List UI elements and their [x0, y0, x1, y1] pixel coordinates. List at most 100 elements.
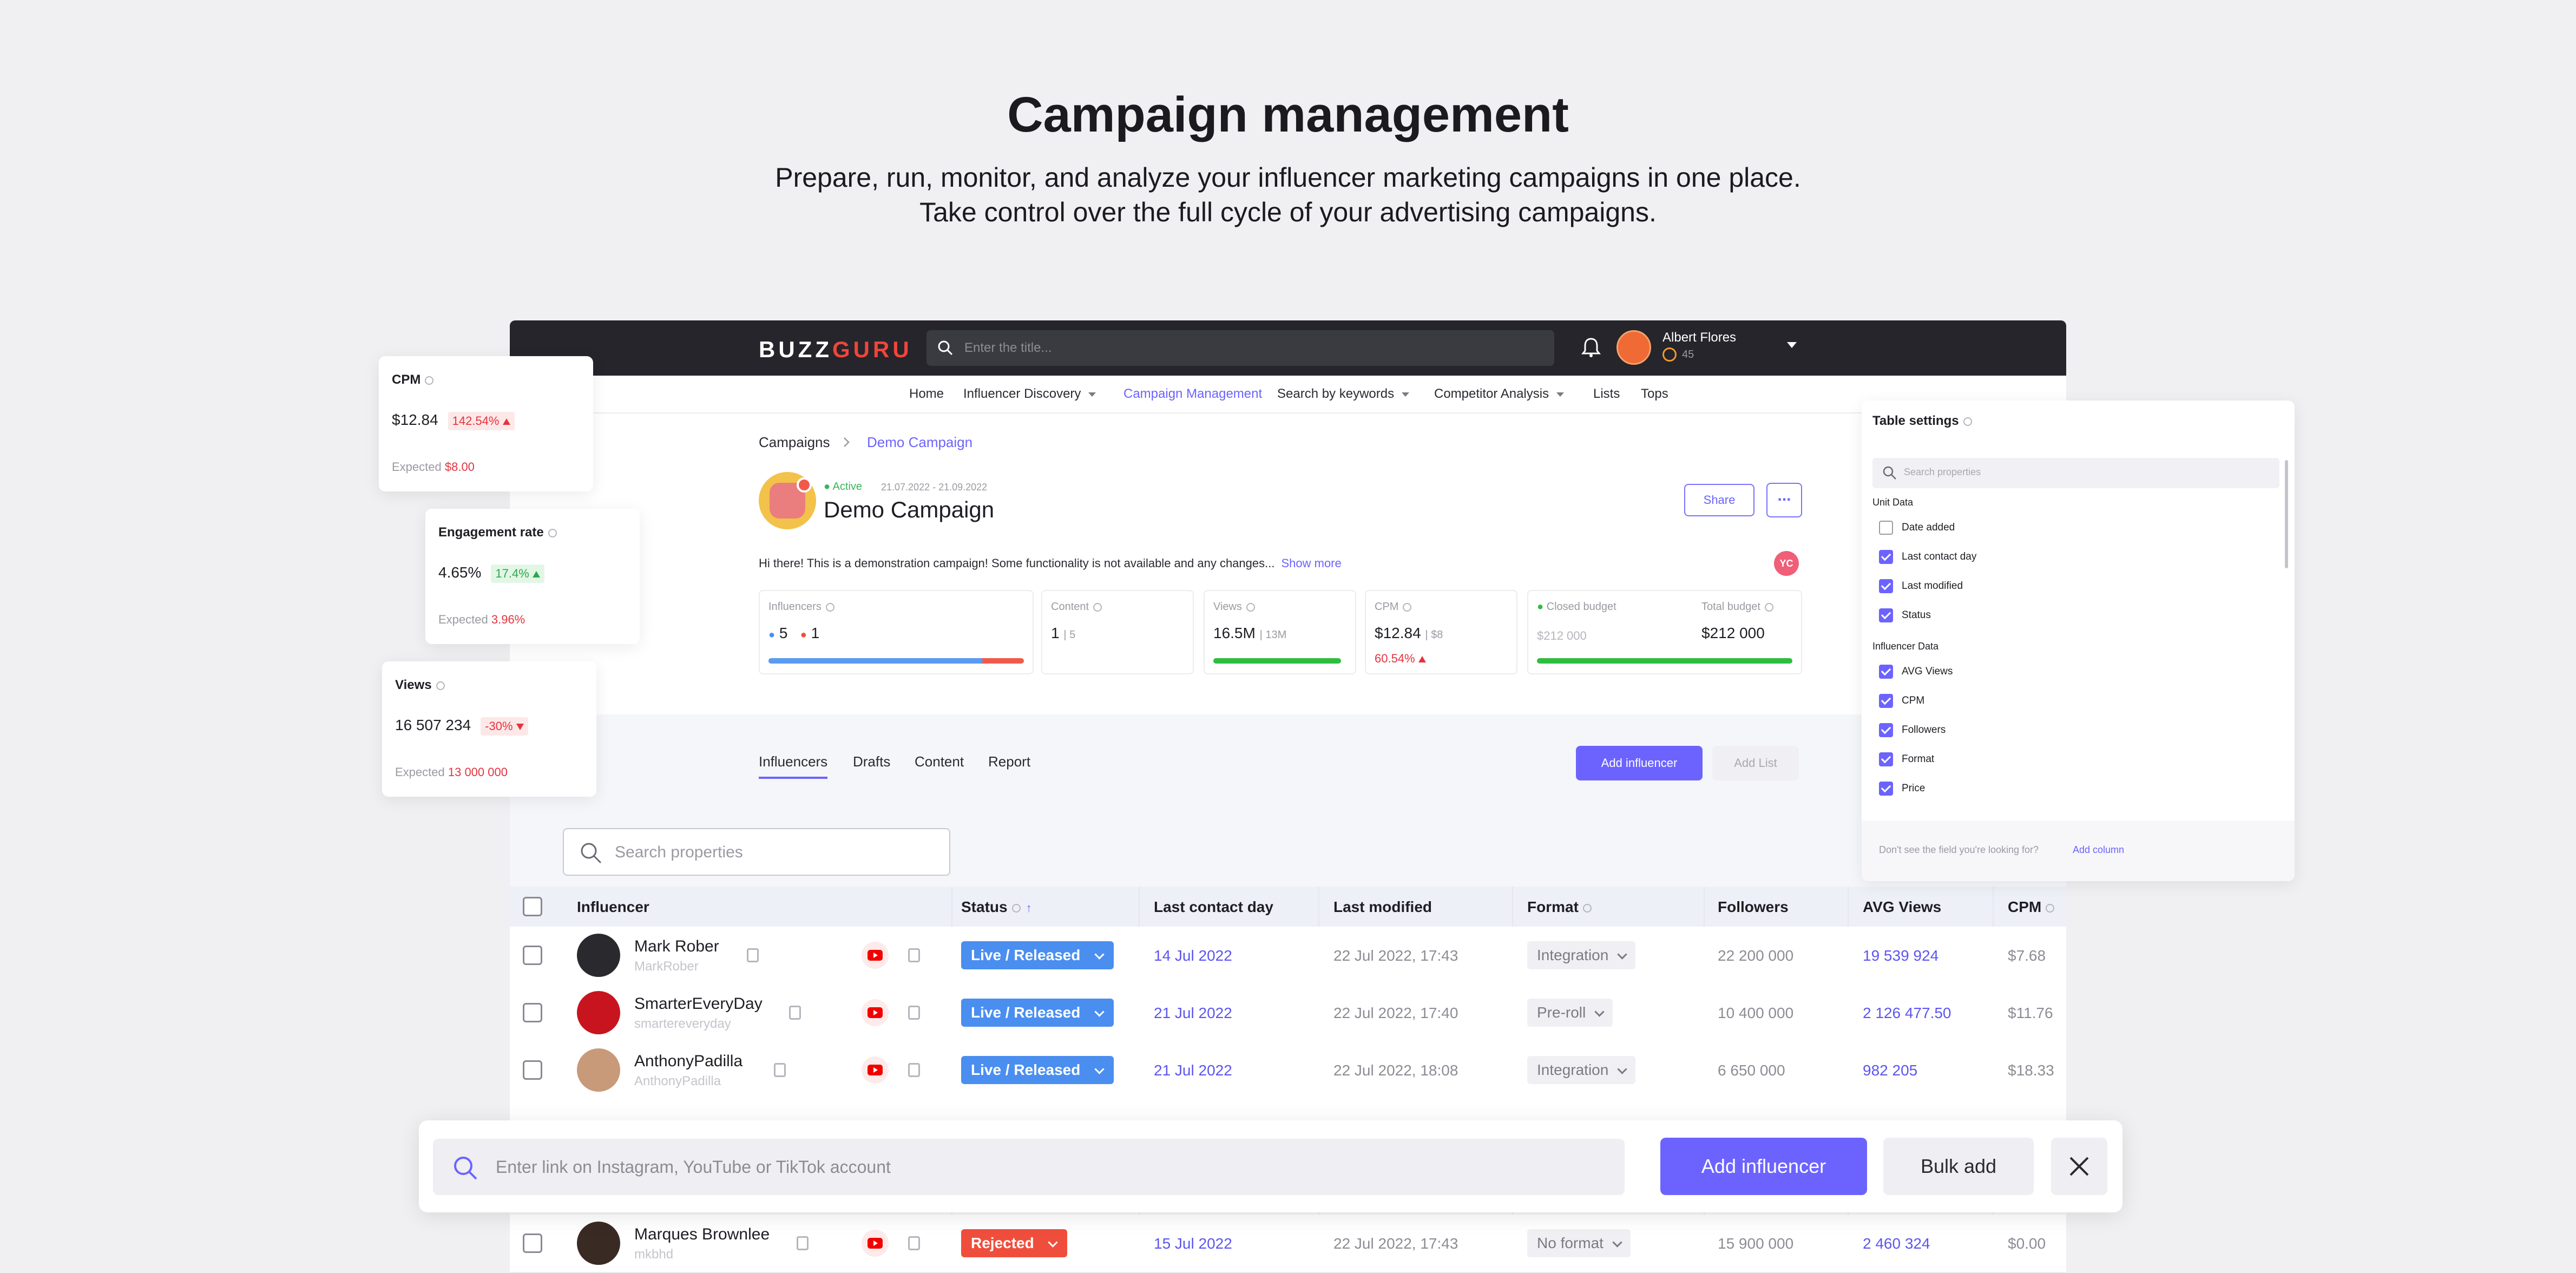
avg-views-cell[interactable]: 19 539 924 — [1863, 947, 1938, 964]
nav-campaign-management[interactable]: Campaign Management — [1123, 386, 1262, 402]
format-dropdown[interactable]: No format — [1527, 1229, 1631, 1257]
avg-views-cell[interactable]: 2 126 477.50 — [1863, 1005, 1951, 1022]
col-cpm[interactable]: CPM — [2008, 898, 2055, 916]
copy-icon[interactable] — [774, 1063, 786, 1077]
youtube-icon[interactable] — [862, 942, 889, 969]
nav-influencer-discovery[interactable]: Influencer Discovery — [963, 386, 1096, 402]
copy-icon[interactable] — [789, 1006, 801, 1020]
user-avatar[interactable] — [1616, 330, 1651, 365]
help-icon[interactable] — [436, 681, 445, 690]
checkbox-checked-icon[interactable] — [1879, 550, 1893, 564]
youtube-icon[interactable] — [862, 1057, 889, 1084]
global-search-input[interactable]: Enter the title... — [926, 330, 1554, 366]
avatar[interactable] — [577, 1222, 620, 1265]
help-icon[interactable] — [1582, 903, 1592, 913]
help-icon[interactable] — [1403, 602, 1412, 612]
add-column-link[interactable]: Add column — [2073, 844, 2124, 856]
help-icon[interactable] — [1764, 602, 1773, 612]
checkbox-unchecked-icon[interactable] — [1879, 521, 1893, 535]
table-row[interactable] — [510, 1041, 2066, 1100]
nav-competitor-analysis[interactable]: Competitor Analysis — [1434, 386, 1565, 402]
nav-lists[interactable]: Lists — [1593, 386, 1620, 402]
row-checkbox[interactable] — [523, 946, 542, 965]
col-last-modified[interactable]: Last modified — [1333, 898, 1432, 916]
copy-icon[interactable] — [797, 1236, 809, 1250]
nav-search-by-keywords[interactable]: Search by keywords — [1277, 386, 1410, 402]
select-all-checkbox[interactable] — [523, 897, 542, 916]
breadcrumb-root[interactable]: Campaigns — [759, 434, 830, 451]
avatar[interactable] — [577, 1048, 620, 1092]
influencer-name[interactable]: SmarterEveryDay — [634, 995, 763, 1013]
influencer-name[interactable]: Mark Rober — [634, 937, 719, 956]
youtube-icon[interactable] — [862, 999, 889, 1026]
copy-icon[interactable] — [747, 948, 759, 962]
row-checkbox[interactable] — [523, 1233, 542, 1253]
col-followers[interactable]: Followers — [1718, 898, 1789, 916]
help-icon[interactable] — [1093, 602, 1102, 612]
help-icon[interactable] — [1246, 602, 1255, 612]
checkbox-checked-icon[interactable] — [1879, 665, 1893, 679]
row-checkbox[interactable] — [523, 1003, 542, 1022]
copy-icon[interactable] — [908, 1236, 920, 1250]
last-contact-cell[interactable]: 21 Jul 2022 — [1154, 1005, 1232, 1022]
sort-asc-icon[interactable]: ↑ — [1026, 901, 1032, 915]
influencer-name[interactable]: AnthonyPadilla — [634, 1052, 742, 1071]
help-icon[interactable] — [825, 602, 834, 612]
col-influencer[interactable]: Influencer — [577, 898, 649, 916]
checkbox-checked-icon[interactable] — [1879, 782, 1893, 796]
col-format[interactable]: Format — [1527, 898, 1592, 916]
help-icon[interactable] — [548, 528, 557, 537]
bell-icon[interactable] — [1581, 337, 1601, 358]
scrollbar[interactable] — [2285, 460, 2288, 568]
format-dropdown[interactable]: Integration — [1527, 1056, 1636, 1084]
last-contact-cell[interactable]: 15 Jul 2022 — [1154, 1235, 1232, 1252]
logo[interactable]: BUZZGURU — [759, 337, 912, 363]
nav-home[interactable]: Home — [909, 386, 944, 402]
add-influencer-button[interactable]: Add influencer — [1576, 746, 1703, 780]
table-row[interactable] — [510, 984, 2066, 1042]
bulk-add-button[interactable]: Bulk add — [1883, 1138, 2034, 1195]
table-row[interactable] — [510, 927, 2066, 985]
copy-icon[interactable] — [908, 1063, 920, 1077]
add-list-button[interactable]: Add List — [1712, 746, 1799, 780]
col-avg-views[interactable]: AVG Views — [1863, 898, 1941, 916]
youtube-icon[interactable] — [862, 1230, 889, 1257]
close-button[interactable] — [2051, 1138, 2107, 1195]
copy-icon[interactable] — [908, 1006, 920, 1020]
avatar[interactable] — [577, 934, 620, 977]
copy-icon[interactable] — [908, 948, 920, 962]
help-icon[interactable] — [425, 376, 434, 385]
status-dropdown[interactable]: Live / Released — [961, 941, 1114, 969]
chevron-down-icon[interactable] — [1787, 342, 1797, 348]
share-button[interactable]: Share — [1684, 484, 1754, 516]
tab-content[interactable]: Content — [915, 753, 964, 770]
checkbox-checked-icon[interactable] — [1879, 579, 1893, 593]
checkbox-checked-icon[interactable] — [1879, 694, 1893, 708]
col-last-contact[interactable]: Last contact day — [1154, 898, 1273, 916]
help-icon[interactable] — [1011, 903, 1021, 913]
help-icon[interactable] — [2046, 903, 2055, 913]
influencer-name[interactable]: Marques Brownlee — [634, 1225, 770, 1244]
status-dropdown[interactable]: Live / Released — [961, 1056, 1114, 1084]
checkbox-checked-icon[interactable] — [1879, 752, 1893, 766]
status-dropdown[interactable]: Live / Released — [961, 999, 1114, 1027]
tab-drafts[interactable]: Drafts — [853, 753, 890, 770]
avg-views-cell[interactable]: 982 205 — [1863, 1062, 1917, 1079]
format-dropdown[interactable]: Pre-roll — [1527, 999, 1613, 1027]
help-icon[interactable] — [1963, 417, 1972, 426]
avatar[interactable] — [577, 991, 620, 1034]
checkbox-checked-icon[interactable] — [1879, 608, 1893, 622]
more-options-button[interactable]: ... — [1766, 483, 1802, 517]
last-contact-cell[interactable]: 21 Jul 2022 — [1154, 1062, 1232, 1079]
col-status[interactable]: Status ↑ — [961, 898, 1032, 916]
status-dropdown[interactable]: Rejected — [961, 1229, 1067, 1257]
tab-influencers[interactable]: Influencers — [759, 753, 828, 779]
show-more-link[interactable]: Show more — [1281, 556, 1341, 570]
owner-avatar[interactable]: YC — [1774, 551, 1799, 576]
avg-views-cell[interactable]: 2 460 324 — [1863, 1235, 1930, 1252]
account-link-input[interactable]: Enter link on Instagram, YouTube or TikT… — [433, 1139, 1625, 1195]
format-dropdown[interactable]: Integration — [1527, 941, 1636, 969]
tab-report[interactable]: Report — [988, 753, 1030, 770]
breadcrumb-current[interactable]: Demo Campaign — [867, 434, 972, 451]
settings-search-input[interactable]: Search properties — [1872, 458, 2279, 488]
